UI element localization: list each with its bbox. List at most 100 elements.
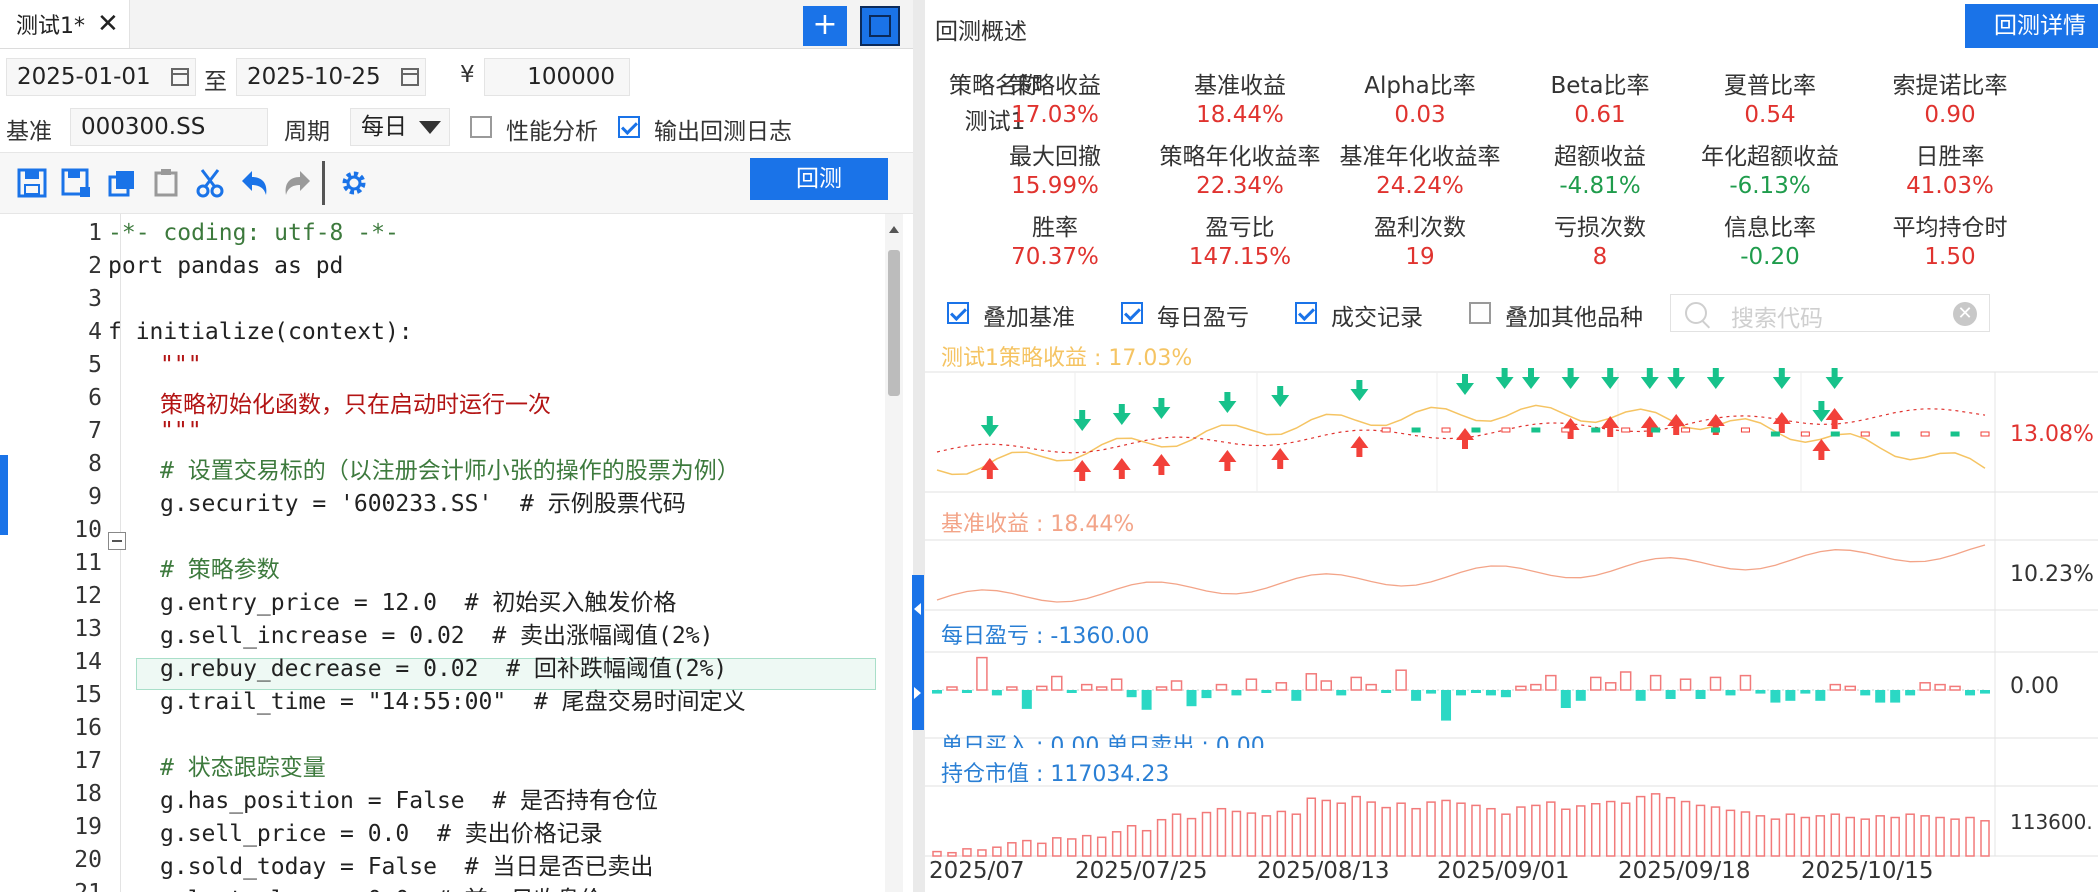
editor-scrollbar[interactable] [885, 214, 903, 892]
line-number: 9 [88, 484, 102, 510]
code-line[interactable]: f initialize(context): [108, 319, 413, 345]
daily-pnl-bar [1411, 690, 1422, 701]
add-tab-button[interactable]: + [803, 6, 847, 46]
redo-icon[interactable] [282, 167, 314, 199]
copy-icon[interactable] [106, 167, 138, 199]
daily-pnl-bar [1201, 690, 1212, 699]
backtest-pane: 回测概述 回测详情 策略名称 测试1 策略收益 17.03% 基准收益 18.44% A… [925, 0, 2098, 892]
daily-pnl-bar [1066, 690, 1077, 693]
code-line[interactable]: port pandas as pd [108, 253, 343, 279]
line-number: 12 [74, 583, 102, 609]
code-line[interactable]: g.entry_price = 12.0 # 初始买入触发价格 [160, 583, 676, 617]
code-line[interactable]: # 状态跟踪变量 [160, 748, 326, 782]
scroll-up-icon[interactable] [889, 226, 899, 233]
code-line[interactable]: g.sell_increase = 0.02 # 卖出涨幅阈值(2%) [160, 616, 713, 650]
start-date-input[interactable]: 2025-01-01 [6, 58, 196, 96]
benchmark-chart-title: 基准收益 : 18.44% [941, 512, 1135, 537]
code-line[interactable]: 策略初始化函数，只在启动时运行一次 [160, 385, 551, 419]
code-line[interactable]: g.sold_today = False # 当日是否已卖出 [160, 847, 653, 881]
sell-arrow [1495, 368, 1514, 389]
code-line[interactable]: -*- coding: utf-8 -*- [108, 220, 399, 246]
fold-toggle-icon[interactable] [108, 532, 126, 550]
pane-divider[interactable] [913, 0, 925, 892]
strategy-axis-label: 13.08% [2010, 422, 2094, 447]
code-line[interactable]: g.sell_price = 0.0 # 卖出价格记录 [160, 814, 603, 848]
gear-icon[interactable] [338, 167, 370, 199]
calendar-icon[interactable] [171, 68, 189, 86]
code-line[interactable]: """ [160, 418, 202, 444]
maximize-icon[interactable] [860, 6, 900, 46]
divider-toggle[interactable] [912, 575, 924, 730]
left-sidebar-handle[interactable] [0, 455, 8, 535]
sell-arrow [1218, 392, 1237, 413]
save-as-icon[interactable] [60, 167, 92, 199]
arrow-right-icon[interactable] [914, 687, 921, 699]
daily-pnl-bar [1619, 671, 1632, 691]
calendar-icon[interactable] [401, 68, 419, 86]
buy-arrow [980, 458, 999, 479]
mini-candle [1920, 431, 1930, 437]
code-line[interactable]: # 策略参数 [160, 550, 280, 584]
position-bar [1066, 838, 1077, 857]
position-bar [1141, 829, 1152, 857]
editor-tab-title: 测试1* [16, 14, 85, 39]
period-select[interactable]: 每日 [350, 108, 450, 146]
code-line[interactable]: g.security = '600233.SS' # 示例股票代码 [160, 484, 686, 518]
daily-pnl-bar [1021, 690, 1032, 709]
position-bar [1635, 795, 1646, 857]
position-bar [1516, 806, 1526, 857]
daily-pnl-bar [1575, 690, 1586, 701]
scroll-thumb[interactable] [888, 250, 900, 396]
daily-pnl-bar [1890, 690, 1901, 703]
sell-arrow [1073, 410, 1092, 431]
position-bar [1605, 800, 1616, 857]
line-number: 7 [88, 418, 102, 444]
daily-pnl-bar [1365, 683, 1377, 691]
save-icon[interactable] [16, 167, 48, 199]
log-checkbox[interactable] [618, 116, 640, 138]
buy-arrow [1601, 416, 1620, 437]
position-bar [1261, 815, 1272, 857]
daily-pnl-bar [1261, 690, 1272, 693]
perf-checkbox[interactable] [470, 116, 492, 138]
mini-candle [1651, 427, 1661, 433]
paste-icon[interactable] [150, 167, 182, 199]
position-bar [1156, 818, 1167, 857]
capital-input[interactable]: 100000 [484, 58, 630, 96]
position-bar [1935, 816, 1945, 857]
run-backtest-button[interactable]: 回测 [750, 158, 888, 200]
position-bar [1755, 815, 1766, 857]
undo-icon[interactable] [238, 167, 270, 199]
editor-tab[interactable]: 测试1* ✕ [0, 0, 130, 48]
benchmark-input[interactable]: 000300.SS [70, 108, 268, 146]
mini-candle [1950, 431, 1960, 437]
position-bar [1381, 806, 1391, 857]
code-line[interactable]: """ [160, 352, 202, 378]
mini-candle [1890, 431, 1900, 437]
perf-label: 性能分析 [506, 119, 598, 145]
position-bar [1186, 817, 1197, 857]
daily-pnl-bar [1395, 669, 1407, 691]
daily-pnl-bar [1739, 674, 1752, 691]
line-number: 8 [88, 451, 102, 477]
code-line[interactable]: g.last_close = 0.0 # 前一日收盘价 [160, 880, 603, 892]
cut-icon[interactable] [194, 167, 226, 199]
sell-arrow [1522, 368, 1540, 389]
trade-volume-title: 单日买入 : 0.00 单日卖出 : 0.00 [941, 734, 1265, 748]
code-editor[interactable]: 123456789101112131415161718192021 -*- co… [0, 214, 885, 892]
close-icon[interactable]: ✕ [97, 9, 119, 39]
code-line[interactable]: g.rebuy_decrease = 0.02 # 回补跌幅阈值(2%) [160, 649, 727, 683]
code-line[interactable]: g.has_position = False # 是否持有仓位 [160, 781, 658, 815]
position-bar [1441, 799, 1451, 857]
daily-pnl-bar [1755, 690, 1766, 694]
buy-arrow [1772, 412, 1791, 433]
toolbar-divider [322, 161, 325, 205]
position-bar [1980, 820, 1990, 857]
position-bar [1950, 818, 1960, 857]
arrow-left-icon[interactable] [914, 603, 921, 615]
line-number: 21 [74, 880, 102, 892]
code-line[interactable]: g.trail_time = "14:55:00" # 尾盘交易时间定义 [160, 682, 746, 716]
end-date-input[interactable]: 2025-10-25 [236, 58, 426, 96]
mini-candle [1441, 427, 1451, 433]
code-line[interactable]: # 设置交易标的（以注册会计师小张的操作的股票为例） [160, 451, 740, 485]
